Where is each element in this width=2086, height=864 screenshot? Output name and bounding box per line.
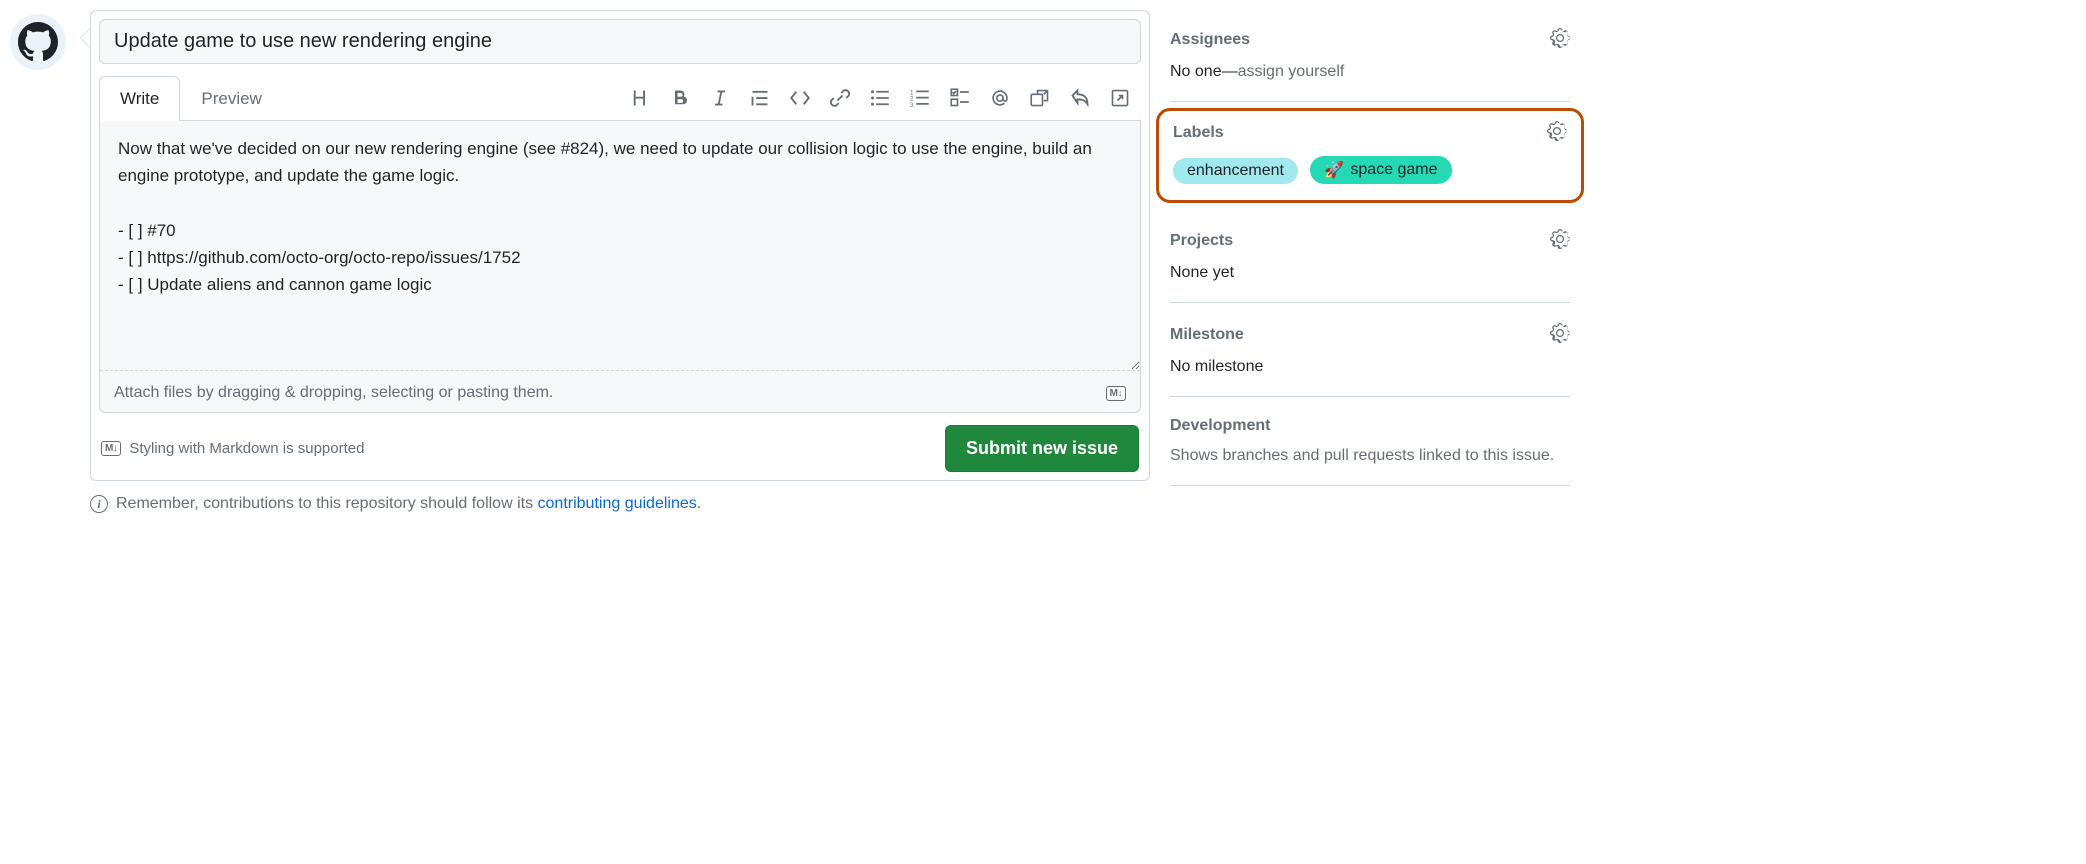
milestone-gear-icon[interactable] [1550,323,1570,346]
guidelines-text: Remember, contributions to this reposito… [116,495,538,512]
guidelines-post: . [697,495,701,512]
submit-button[interactable]: Submit new issue [945,425,1139,472]
reply-icon[interactable] [1069,87,1091,109]
attach-hint[interactable]: Attach files by dragging & dropping, sel… [114,384,553,402]
markdown-support-text: Styling with Markdown is supported [129,440,364,457]
assignees-gear-icon[interactable] [1550,28,1570,51]
labels-title: Labels [1173,124,1224,142]
milestone-none: No milestone [1170,358,1570,376]
mention-icon[interactable] [989,87,1011,109]
markdown-icon: M↓ [101,441,121,456]
projects-none: None yet [1170,264,1570,282]
projects-title: Projects [1170,232,1233,250]
labels-gear-icon[interactable] [1547,121,1567,144]
avatar[interactable] [10,14,66,70]
projects-gear-icon[interactable] [1550,229,1570,252]
development-title: Development [1170,417,1270,435]
heading-icon[interactable] [629,87,651,109]
tab-preview[interactable]: Preview [180,76,282,121]
italic-icon[interactable] [709,87,731,109]
guidelines-link[interactable]: contributing guidelines [538,495,697,512]
task-list-icon[interactable] [949,87,971,109]
ordered-list-icon[interactable]: 123 [909,87,931,109]
labels-section-highlight: Labels enhancement 🚀space game [1156,108,1584,203]
fullscreen-icon[interactable] [1109,87,1131,109]
cross-reference-icon[interactable] [1029,87,1051,109]
issue-form: Write Preview 123 [90,10,1150,481]
development-desc: Shows branches and pull requests linked … [1170,447,1570,465]
milestone-title: Milestone [1170,326,1244,344]
markdown-badge-icon: M↓ [1106,386,1126,401]
quote-icon[interactable] [749,87,771,109]
assign-yourself-link[interactable]: assign yourself [1238,63,1345,80]
unordered-list-icon[interactable] [869,87,891,109]
assignees-none: No one— [1170,63,1238,80]
title-input[interactable] [99,19,1141,64]
assignees-title: Assignees [1170,31,1250,49]
info-icon: i [90,495,108,513]
tab-write[interactable]: Write [99,76,180,121]
label-space-game[interactable]: 🚀space game [1310,156,1451,184]
label-enhancement[interactable]: enhancement [1173,158,1298,184]
body-textarea[interactable]: Now that we've decided on our new render… [100,121,1140,371]
code-icon[interactable] [789,87,811,109]
bold-icon[interactable] [669,87,691,109]
link-icon[interactable] [829,87,851,109]
svg-text:3: 3 [910,102,914,108]
